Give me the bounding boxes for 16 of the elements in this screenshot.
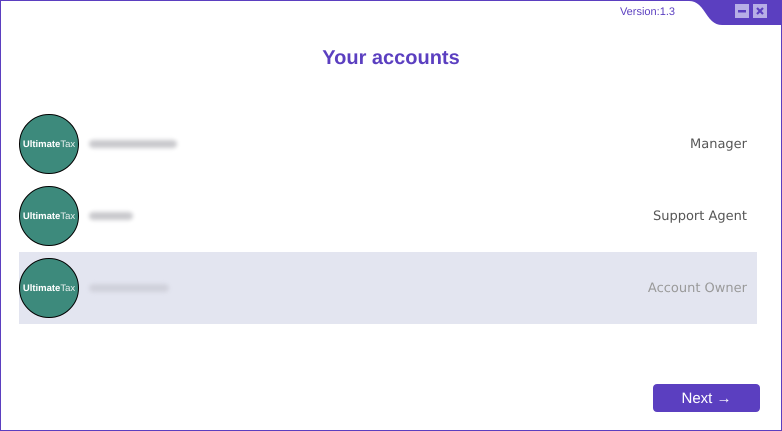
- close-button[interactable]: [753, 4, 767, 18]
- minimize-icon: [738, 7, 746, 15]
- role-label: Support Agent: [652, 208, 747, 224]
- logo-avatar: UltimateTax: [19, 186, 79, 246]
- close-icon: [756, 7, 764, 15]
- next-button[interactable]: Next →: [653, 384, 760, 412]
- account-row[interactable]: UltimateTax Account Owner: [19, 252, 757, 324]
- account-row[interactable]: UltimateTax Support Agent: [19, 180, 757, 252]
- logo-avatar: UltimateTax: [19, 258, 79, 318]
- role-label: Account Owner: [648, 280, 747, 296]
- minimize-button[interactable]: [735, 4, 749, 18]
- page-title: Your accounts: [321, 47, 461, 70]
- version-label: Version:1.3: [620, 6, 675, 18]
- account-row[interactable]: UltimateTax Manager: [19, 108, 757, 180]
- role-label: Manager: [690, 136, 747, 152]
- logo-avatar: UltimateTax: [19, 114, 79, 174]
